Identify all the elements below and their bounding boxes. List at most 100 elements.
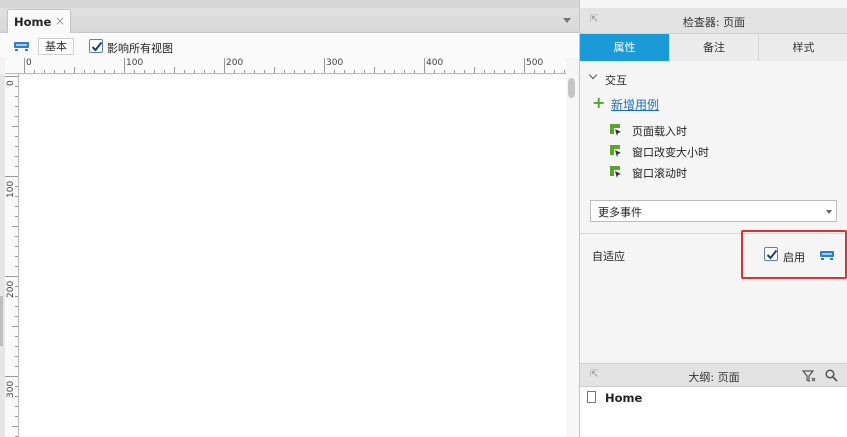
ruler-tick	[15, 406, 18, 407]
ruler-tick	[34, 70, 35, 73]
ruler-tick	[15, 416, 18, 417]
ruler-tick	[424, 58, 425, 73]
ruler-tick	[15, 236, 18, 237]
more-events-select[interactable]: 更多事件	[590, 200, 837, 222]
interaction-title: 交互	[605, 74, 627, 87]
affect-all-views-checkbox[interactable]	[89, 39, 103, 53]
ruler-tick	[15, 316, 18, 317]
horizontal-ruler: 0 100 200 300 400 500	[5, 57, 566, 74]
scrollbar-thumb[interactable]	[568, 78, 575, 98]
ruler-tick	[15, 146, 18, 147]
ruler-tick	[474, 67, 475, 73]
tab-notes[interactable]: 备注	[670, 34, 759, 61]
ruler-label: 200	[6, 280, 16, 298]
ruler-tick	[314, 70, 315, 73]
ruler-tick	[15, 346, 18, 347]
event-icon	[610, 166, 621, 178]
inspector-panel: ⇱ 检查器: 页面 属性 备注 样式 交互 + 新增用例 页面载入时 窗口改变大…	[579, 0, 847, 437]
ruler-tick	[234, 70, 235, 73]
ruler-tick	[494, 70, 495, 73]
ruler-tick	[224, 58, 225, 73]
ruler-tick	[564, 70, 565, 73]
ruler-tick	[244, 70, 245, 73]
view-selector-button[interactable]: 基本	[38, 38, 74, 55]
ruler-tick	[384, 70, 385, 73]
ruler-tick	[5, 76, 18, 77]
ruler-tick	[214, 70, 215, 73]
event-icon	[610, 145, 621, 157]
adaptive-label: 自适应	[592, 250, 625, 263]
more-events-label: 更多事件	[598, 206, 642, 219]
ruler-tick	[534, 70, 535, 73]
ruler-label: 100	[6, 180, 16, 198]
ruler-tick	[154, 70, 155, 73]
event-label: 窗口改变大小时	[632, 146, 709, 159]
ruler-tick	[124, 58, 125, 73]
ruler-tick	[444, 70, 445, 73]
ruler-tick	[364, 70, 365, 73]
filter-icon[interactable]	[802, 370, 816, 382]
ruler-tick	[84, 70, 85, 73]
search-icon[interactable]	[825, 369, 838, 382]
adaptive-views-icon[interactable]	[13, 40, 30, 52]
enable-adaptive-checkbox[interactable]	[764, 247, 778, 261]
ruler-tick	[464, 70, 465, 73]
ruler-label: 300	[6, 380, 16, 398]
ruler-tick	[15, 106, 18, 107]
outline-tree: Home	[580, 387, 847, 437]
ruler-tick	[204, 70, 205, 73]
chevron-down-icon[interactable]	[588, 70, 598, 80]
ruler-label: 400	[426, 58, 444, 68]
event-label: 窗口滚动时	[632, 167, 687, 180]
ruler-tick	[174, 67, 175, 73]
ruler-tick	[264, 70, 265, 73]
ruler-tick	[15, 116, 18, 117]
ruler-tick	[15, 336, 18, 337]
ruler-tick	[5, 176, 18, 177]
ruler-tick	[284, 70, 285, 73]
ruler-tick	[144, 70, 145, 73]
ruler-tick	[164, 70, 165, 73]
outline-item-home[interactable]: Home	[605, 391, 642, 405]
ruler-tick	[434, 70, 435, 73]
ruler-tick	[104, 70, 105, 73]
outline-header: ⇱ 大纲: 页面	[580, 363, 847, 387]
ruler-tick	[114, 70, 115, 73]
adaptive-views-icon[interactable]	[819, 249, 835, 261]
ruler-label: 200	[226, 58, 244, 68]
add-icon[interactable]: +	[592, 95, 605, 111]
page-canvas[interactable]	[20, 75, 566, 437]
enable-adaptive-label: 启用	[783, 251, 805, 264]
ruler-tick	[54, 70, 55, 73]
ruler-tick	[254, 70, 255, 73]
ruler-tick	[134, 70, 135, 73]
tab-dropdown-arrow-icon[interactable]	[563, 18, 571, 23]
close-icon[interactable]: ×	[55, 14, 65, 28]
ruler-tick	[12, 326, 18, 327]
vertical-ruler: 0 100 200 300	[5, 74, 19, 437]
ruler-tick	[15, 96, 18, 97]
ruler-tick	[5, 376, 18, 377]
vertical-scrollbar[interactable]	[566, 74, 578, 437]
tab-home[interactable]: Home ×	[7, 9, 71, 33]
document-tab-bar: Home ×	[0, 0, 579, 33]
tab-home-label: Home	[14, 15, 52, 29]
tab-style[interactable]: 样式	[759, 34, 847, 61]
ruler-tick	[15, 216, 18, 217]
ruler-tick	[184, 70, 185, 73]
ruler-tick	[504, 70, 505, 73]
ruler-tick	[454, 70, 455, 73]
ruler-label: 0	[6, 80, 16, 86]
ruler-tick	[524, 58, 525, 73]
add-case-link[interactable]: 新增用例	[611, 96, 659, 113]
tab-properties[interactable]: 属性	[580, 34, 670, 61]
ruler-tick	[274, 67, 275, 73]
ruler-tick	[354, 70, 355, 73]
ruler-label: 0	[26, 58, 32, 68]
ruler-tick	[544, 70, 545, 73]
ruler-tick	[344, 70, 345, 73]
editor-area: Home × 基本 影响所有视图 0 100 200 300 400 500 0 100 20…	[0, 0, 579, 437]
ruler-tick	[15, 256, 18, 257]
ruler-label: 500	[526, 58, 544, 68]
event-icon	[610, 124, 621, 136]
